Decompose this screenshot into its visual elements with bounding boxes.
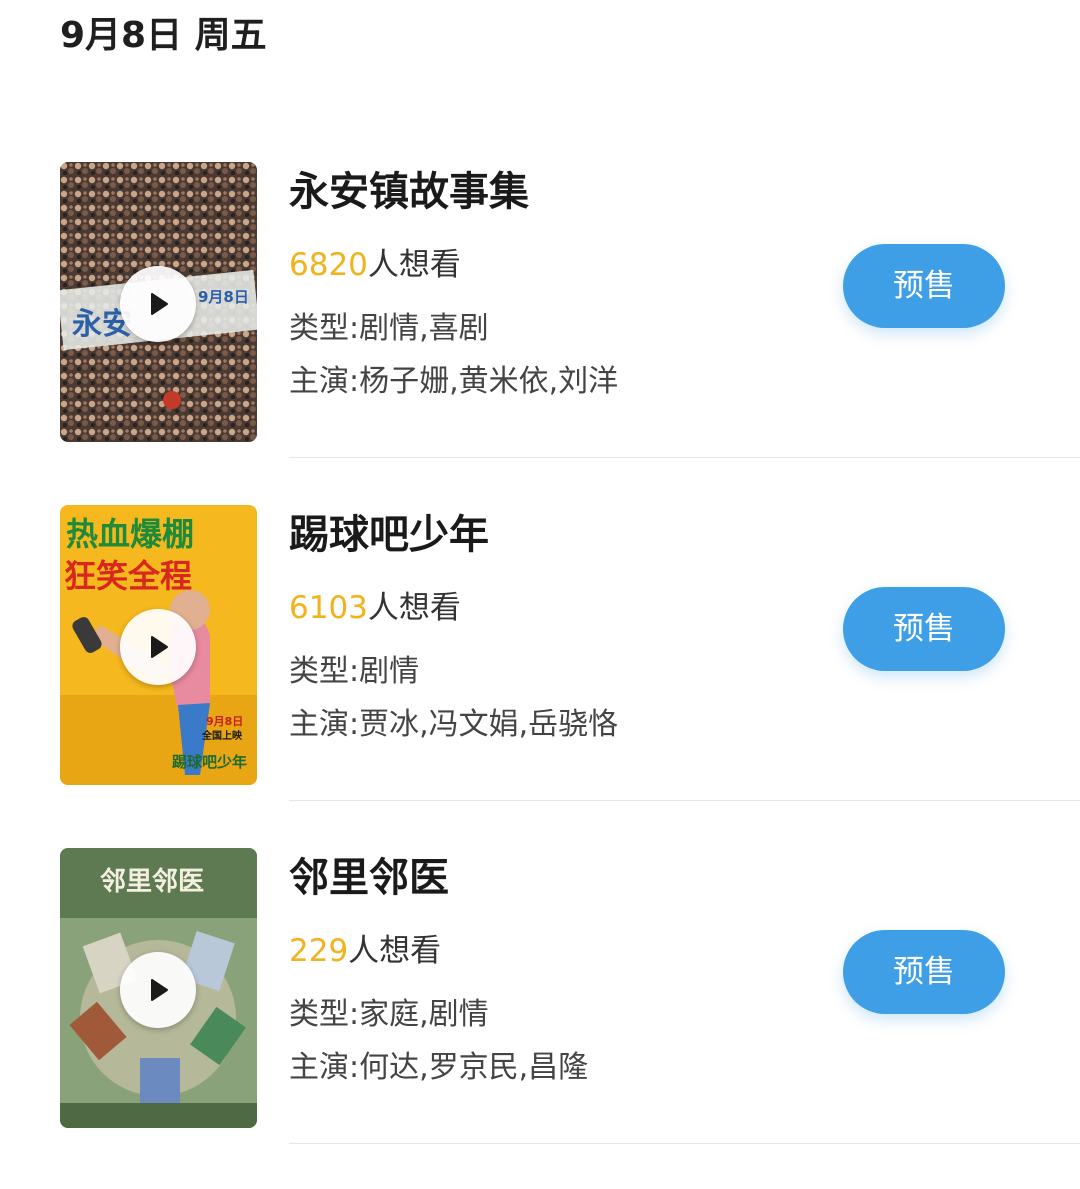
play-button[interactable] [120,266,196,342]
poster-title-text: 踢球吧少年 [172,753,247,771]
genre-line: 类型:家庭,剧情 [289,993,489,1037]
want-count: 229 [289,933,349,969]
cast-line: 主演:贾冰,冯文娟,岳骁恪 [289,703,618,747]
poster-slogan-1: 热血爆棚 [66,515,194,553]
cast-value: 贾冰,冯文娟,岳骁恪 [359,707,619,742]
genre-label: 类型: [289,311,360,346]
genre-value: 剧情 [359,654,420,689]
want-to-see: 6103人想看 [289,585,461,631]
movie-item[interactable]: 永安 9月8日 永安镇故事集 6820人想看 类型:剧情,喜剧 主演:杨子姗,黄… [0,160,1080,503]
presale-button[interactable]: 预售 [843,930,1005,1014]
genre-label: 类型: [289,654,360,689]
weekday-label: 周五 [194,15,267,56]
poster-date: 9月8日 [206,715,243,728]
divider [289,457,1080,458]
movie-title[interactable]: 永安镇故事集 [289,162,529,222]
movie-poster[interactable]: 热血爆棚 狂笑全程 9月8日 全国上映 踢球吧少年 [60,505,257,785]
cast-label: 主演: [289,707,360,742]
want-count: 6820 [289,247,368,283]
divider [289,1143,1080,1144]
date-header: 9月8日 周五 [60,10,267,62]
want-count: 6103 [289,590,368,626]
movie-title[interactable]: 邻里邻医 [289,848,449,908]
want-suffix: 人想看 [367,247,461,283]
movie-list: 永安 9月8日 永安镇故事集 6820人想看 类型:剧情,喜剧 主演:杨子姗,黄… [0,160,1080,1189]
movie-item[interactable]: 热血爆棚 狂笑全程 9月8日 全国上映 踢球吧少年 踢球吧少年 6103人想看 [0,503,1080,846]
play-icon [151,293,168,315]
genre-value: 家庭,剧情 [359,997,489,1032]
genre-value: 剧情,喜剧 [359,311,489,346]
poster-title-text: 邻里邻医 [100,867,204,897]
movie-poster[interactable]: 邻里邻医 [60,848,257,1128]
genre-line: 类型:剧情 [289,650,419,694]
genre-label: 类型: [289,997,360,1032]
play-icon [151,636,168,658]
cast-value: 杨子姗,黄米依,刘洋 [359,364,619,399]
presale-button[interactable]: 预售 [843,587,1005,671]
want-to-see: 6820人想看 [289,242,461,288]
poster-slogan-2: 狂笑全程 [64,557,192,595]
poster-release: 全国上映 [201,729,243,742]
movie-poster[interactable]: 永安 9月8日 [60,162,257,442]
presale-button[interactable]: 预售 [843,244,1005,328]
divider [289,800,1080,801]
want-suffix: 人想看 [367,590,461,626]
poster-date-text: 9月8日 [198,288,249,306]
want-to-see: 229人想看 [289,928,441,974]
want-suffix: 人想看 [348,933,442,969]
play-button[interactable] [120,952,196,1028]
cast-label: 主演: [289,1050,360,1085]
movie-item[interactable]: 邻里邻医 邻里邻医 229人想看 类型:家庭,剧情 主演:何达,罗京民,昌隆 预… [0,846,1080,1189]
date-label: 9月8日 [60,15,183,56]
genre-line: 类型:剧情,喜剧 [289,307,489,351]
cast-line: 主演:何达,罗京民,昌隆 [289,1046,588,1090]
cast-line: 主演:杨子姗,黄米依,刘洋 [289,360,618,404]
movie-title[interactable]: 踢球吧少年 [289,505,489,565]
cast-label: 主演: [289,364,360,399]
play-button[interactable] [120,609,196,685]
play-icon [151,979,168,1001]
cast-value: 何达,罗京民,昌隆 [359,1050,589,1085]
